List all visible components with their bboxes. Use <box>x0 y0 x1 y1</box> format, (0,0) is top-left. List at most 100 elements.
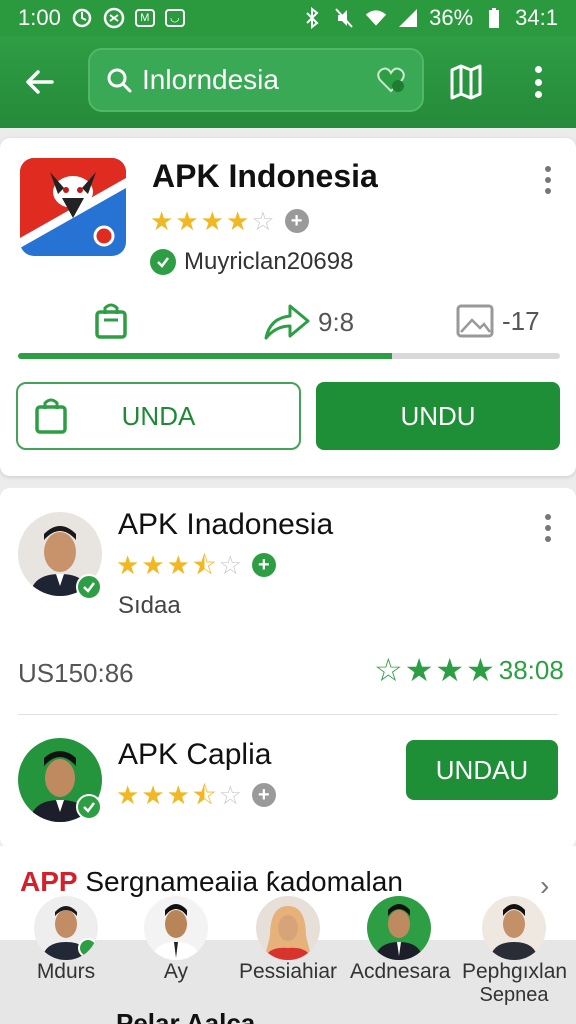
person-item[interactable]: Acdnesara <box>350 896 451 984</box>
rating-stars: ★ ★ ★ ⯪ ☆ + <box>116 782 276 808</box>
share-count: 9:8 <box>318 306 355 337</box>
star-icon: ★ <box>200 206 224 236</box>
price-value: US150:86 <box>18 658 134 688</box>
verified-check-icon <box>76 794 102 820</box>
star-icon: ★ <box>175 206 199 236</box>
status-bar: 1:00 M ◡ 36% 34:1 <box>0 0 576 36</box>
item-title: APK Inadonesia <box>118 508 334 541</box>
image-gallery-icon <box>456 304 494 338</box>
star-icon: ★ <box>225 206 250 236</box>
search-text: Inlorndesia <box>142 64 279 95</box>
avatar <box>34 896 98 960</box>
message-notification-icon: ◡ <box>164 9 185 27</box>
bluetooth-icon <box>301 7 323 29</box>
featured-app-card: APK Indonesia ★ ★ ★ ★ ☆ + Muyriclan20698… <box>0 138 576 476</box>
share-stat[interactable]: 9:8 <box>264 304 354 340</box>
people-section: APP Sergnameaiia ƙadomalan › Mdurs Ay Pe… <box>0 846 576 1024</box>
progress-fill <box>18 353 392 359</box>
back-arrow-icon <box>26 70 54 94</box>
search-input[interactable]: Inlorndesia <box>88 48 424 112</box>
person-name: Ay <box>163 960 189 983</box>
app-bar: Inlorndesia <box>0 36 576 128</box>
star-icon: ★ <box>466 652 495 688</box>
undu-button[interactable]: UNDU <box>316 382 560 450</box>
undau-button[interactable]: UNDAU <box>406 740 558 800</box>
app-notification-icon <box>103 7 125 29</box>
undu-button-label: UNDU <box>400 400 476 431</box>
star-icon: ★ <box>166 780 190 810</box>
add-rating-icon[interactable]: + <box>284 209 309 233</box>
mail-notification-icon: M <box>134 9 155 27</box>
rating-stars: ★ ★ ★ ★ ☆ + <box>150 208 309 234</box>
battery-percent: 36% <box>429 5 474 30</box>
person-item[interactable]: Mdurs <box>18 896 114 984</box>
star-icon: ★ <box>150 206 174 236</box>
person-item[interactable]: Ay <box>128 896 224 984</box>
download-progress-bar <box>18 353 560 359</box>
rating-stars: ★ ★ ★ ⯪ ☆ + <box>116 552 276 578</box>
score-stars: ☆ ★ ★ ★ 38:08 <box>374 654 564 686</box>
avatar <box>256 896 320 960</box>
status-clock: 34:1 <box>515 5 558 30</box>
star-outline-icon: ☆ <box>251 206 275 236</box>
person-item[interactable]: Pessiahiar <box>238 896 338 984</box>
unda-button[interactable]: UNDA <box>16 382 301 450</box>
developer-name: Muyriclan20698 <box>184 248 354 275</box>
share-arrow-icon <box>264 304 310 340</box>
verified-check-icon <box>76 574 102 600</box>
images-stat[interactable]: -17 <box>456 304 540 338</box>
section-title-text: Sergnameaiia ƙadomalan <box>85 866 403 897</box>
avatar <box>367 896 431 960</box>
section-title-prefix: APP <box>20 866 78 897</box>
undau-button-label: UNDAU <box>435 754 529 785</box>
avatar <box>482 896 546 960</box>
star-icon: ★ <box>404 652 434 688</box>
status-time: 1:00 <box>18 5 61 30</box>
developer-row: Muyriclan20698 <box>150 248 353 276</box>
add-icon[interactable]: + <box>251 783 276 807</box>
search-icon <box>107 68 132 93</box>
item-title: APK Caplia <box>118 738 272 771</box>
star-outline-icon: ☆ <box>374 652 403 688</box>
person-name: Pephgıxlan <box>462 960 568 983</box>
person-name: Acdnesara <box>350 960 451 983</box>
star-icon: ★ <box>141 550 165 580</box>
star-half-icon: ⯪ <box>191 550 217 580</box>
mute-icon <box>333 7 355 29</box>
more-options-button[interactable] <box>520 62 556 102</box>
app-list-card: APK Inadonesia ★ ★ ★ ⯪ ☆ + Sıdaa US150:8… <box>0 488 576 848</box>
battery-icon <box>483 7 505 29</box>
app-title: APK Indonesia <box>152 158 378 194</box>
person-subtitle: Sepnea <box>479 984 549 1006</box>
favorite-heart-icon[interactable] <box>376 66 406 94</box>
star-icon: ★ <box>116 550 140 580</box>
person-name: Pessiahiar <box>238 960 338 983</box>
next-item-peek: Pelar Aalca <box>116 1008 256 1024</box>
back-button[interactable] <box>0 36 80 128</box>
star-icon: ★ <box>141 780 165 810</box>
section-title: APP Sergnameaiia ƙadomalan <box>20 866 403 898</box>
item-menu-button[interactable] <box>542 514 554 542</box>
person-name: Mdurs <box>36 960 96 983</box>
item-subtitle: Sıdaa <box>118 592 181 619</box>
sync-icon <box>71 7 93 29</box>
divider <box>18 714 558 715</box>
card-menu-button[interactable] <box>542 166 554 194</box>
wifi-icon <box>365 7 387 29</box>
star-icon: ★ <box>435 652 465 688</box>
star-half-icon: ⯪ <box>191 780 217 810</box>
add-icon[interactable]: + <box>251 553 276 577</box>
image-count: -17 <box>502 305 540 336</box>
avatar <box>144 896 208 960</box>
signal-icon <box>397 7 419 29</box>
star-outline-icon: ☆ <box>218 550 242 580</box>
verified-check-icon <box>150 249 176 275</box>
person-item[interactable]: Pephgıxlan Sepnea <box>462 896 568 1007</box>
star-outline-icon: ☆ <box>218 780 242 810</box>
shopping-bag-icon[interactable] <box>94 302 128 340</box>
star-icon: ★ <box>116 780 140 810</box>
score-value: 38:08 <box>498 654 564 685</box>
unda-button-label: UNDA <box>121 400 196 431</box>
map-icon[interactable] <box>446 62 486 102</box>
app-logo-icon <box>20 158 126 256</box>
